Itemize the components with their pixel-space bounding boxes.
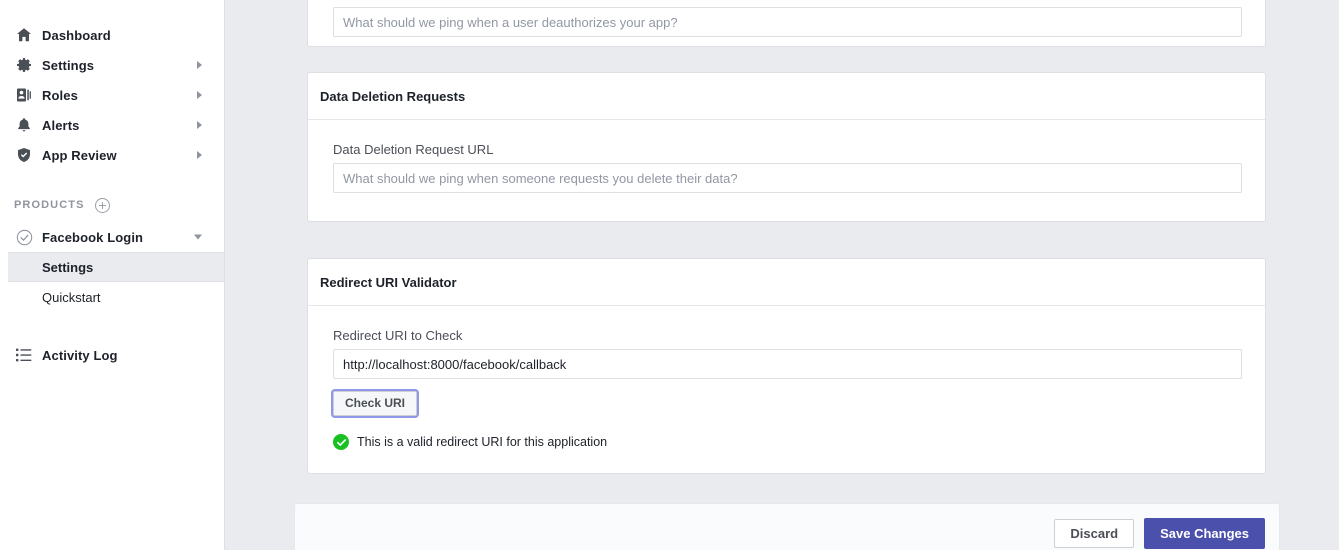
page-root: Dashboard Settings (0, 0, 1339, 550)
card-title: Data Deletion Requests (308, 73, 1265, 120)
product-label: Facebook Login (42, 230, 143, 245)
sidebar-item-activity-log[interactable]: Activity Log (0, 340, 224, 370)
save-changes-button[interactable]: Save Changes (1144, 518, 1265, 549)
chevron-right-icon (197, 151, 202, 159)
sidebar-item-roles[interactable]: Roles (0, 80, 224, 110)
save-bar: Discard Save Changes (294, 503, 1280, 550)
sidebar-item-settings[interactable]: Settings (0, 50, 224, 80)
sidebar-item-facebook-login[interactable]: Facebook Login (0, 222, 224, 252)
plus-circle-icon[interactable] (95, 198, 110, 213)
sidebar-item-fb-settings[interactable]: Settings (8, 252, 224, 282)
sidebar-item-label: Dashboard (42, 28, 111, 43)
roles-icon (14, 85, 34, 105)
redirect-uri-label: Redirect URI to Check (333, 328, 1240, 343)
redirect-uri-validator-card: Redirect URI Validator Redirect URI to C… (307, 258, 1266, 474)
deauthorize-callback-url-input[interactable] (333, 7, 1242, 37)
sidebar-item-label: App Review (42, 148, 117, 163)
check-circle-outline-icon (14, 227, 34, 247)
products-section-label: PRODUCTS (14, 199, 85, 211)
data-deletion-url-input[interactable] (333, 163, 1242, 193)
deauthorize-card-body (308, 0, 1265, 59)
home-icon (14, 25, 34, 45)
check-uri-button[interactable]: Check URI (333, 391, 417, 416)
chevron-right-icon (197, 121, 202, 129)
chevron-right-icon (197, 91, 202, 99)
sidebar: Dashboard Settings (0, 0, 225, 550)
sidebar-item-app-review[interactable]: App Review (0, 140, 224, 170)
data-deletion-requests-card: Data Deletion Requests Data Deletion Req… (307, 72, 1266, 222)
validation-result: This is a valid redirect URI for this ap… (333, 434, 1240, 450)
chevron-down-icon[interactable] (194, 235, 202, 240)
sidebar-item-dashboard[interactable]: Dashboard (0, 20, 224, 50)
deauthorize-callback-card (307, 0, 1266, 47)
validation-message: This is a valid redirect URI for this ap… (357, 435, 607, 449)
sub-item-label: Quickstart (42, 290, 101, 305)
sidebar-item-alerts[interactable]: Alerts (0, 110, 224, 140)
sub-item-label: Settings (42, 260, 93, 275)
redirect-uri-input[interactable] (333, 349, 1242, 379)
card-title: Redirect URI Validator (308, 259, 1265, 306)
shield-check-icon (14, 145, 34, 165)
data-deletion-card-body: Data Deletion Request URL (308, 120, 1265, 215)
redirect-card-body: Redirect URI to Check Check URI This is … (308, 306, 1265, 472)
bell-icon (14, 115, 34, 135)
data-deletion-url-label: Data Deletion Request URL (333, 142, 1240, 157)
discard-button[interactable]: Discard (1054, 519, 1134, 548)
list-icon (14, 345, 34, 365)
sidebar-item-label: Roles (42, 88, 78, 103)
sidebar-item-label: Alerts (42, 118, 79, 133)
sidebar-item-fb-quickstart[interactable]: Quickstart (0, 282, 224, 312)
check-circle-filled-icon (333, 434, 349, 450)
main-content: Data Deletion Requests Data Deletion Req… (225, 0, 1339, 550)
sidebar-item-label: Activity Log (42, 348, 118, 363)
gear-icon (14, 55, 34, 75)
products-section-header: PRODUCTS (0, 192, 224, 218)
chevron-right-icon (197, 61, 202, 69)
sidebar-item-label: Settings (42, 58, 94, 73)
